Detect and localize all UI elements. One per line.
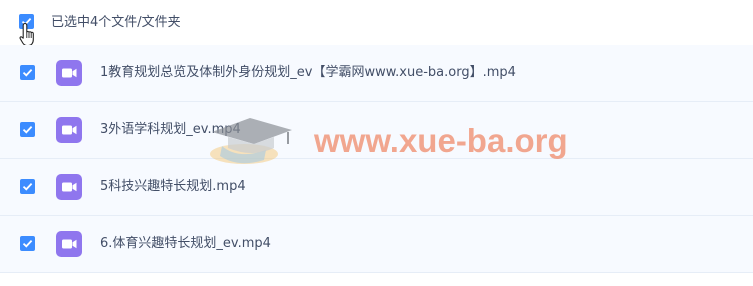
row-checkbox[interactable] bbox=[20, 236, 35, 251]
row-checkbox[interactable] bbox=[20, 65, 35, 80]
file-list: 1教育规划总览及体制外身份规划_ev【学霸网www.xue-ba.org】.mp… bbox=[0, 45, 753, 273]
check-icon bbox=[22, 68, 33, 77]
row-checkbox[interactable] bbox=[20, 179, 35, 194]
check-icon bbox=[22, 239, 33, 248]
video-file-icon bbox=[56, 174, 82, 200]
selection-header: 已选中4个文件/文件夹 bbox=[0, 0, 753, 45]
file-row[interactable]: 1教育规划总览及体制外身份规划_ev【学霸网www.xue-ba.org】.mp… bbox=[0, 45, 753, 102]
file-name[interactable]: 1教育规划总览及体制外身份规划_ev【学霸网www.xue-ba.org】.mp… bbox=[100, 64, 516, 81]
file-row[interactable]: 6.体育兴趣特长规划_ev.mp4 bbox=[0, 216, 753, 273]
video-file-icon bbox=[56, 117, 82, 143]
file-row[interactable]: 3外语学科规划_ev.mp4 bbox=[0, 102, 753, 159]
check-icon bbox=[22, 182, 33, 191]
file-name[interactable]: 3外语学科规划_ev.mp4 bbox=[100, 121, 241, 138]
file-row[interactable]: 5科技兴趣特长规划.mp4 bbox=[0, 159, 753, 216]
file-name[interactable]: 6.体育兴趣特长规划_ev.mp4 bbox=[100, 235, 271, 252]
video-file-icon bbox=[56, 60, 82, 86]
check-icon bbox=[22, 125, 33, 134]
file-name[interactable]: 5科技兴趣特长规划.mp4 bbox=[100, 178, 246, 195]
selection-count-label: 已选中4个文件/文件夹 bbox=[51, 15, 181, 30]
row-checkbox[interactable] bbox=[20, 122, 35, 137]
video-file-icon bbox=[56, 231, 82, 257]
